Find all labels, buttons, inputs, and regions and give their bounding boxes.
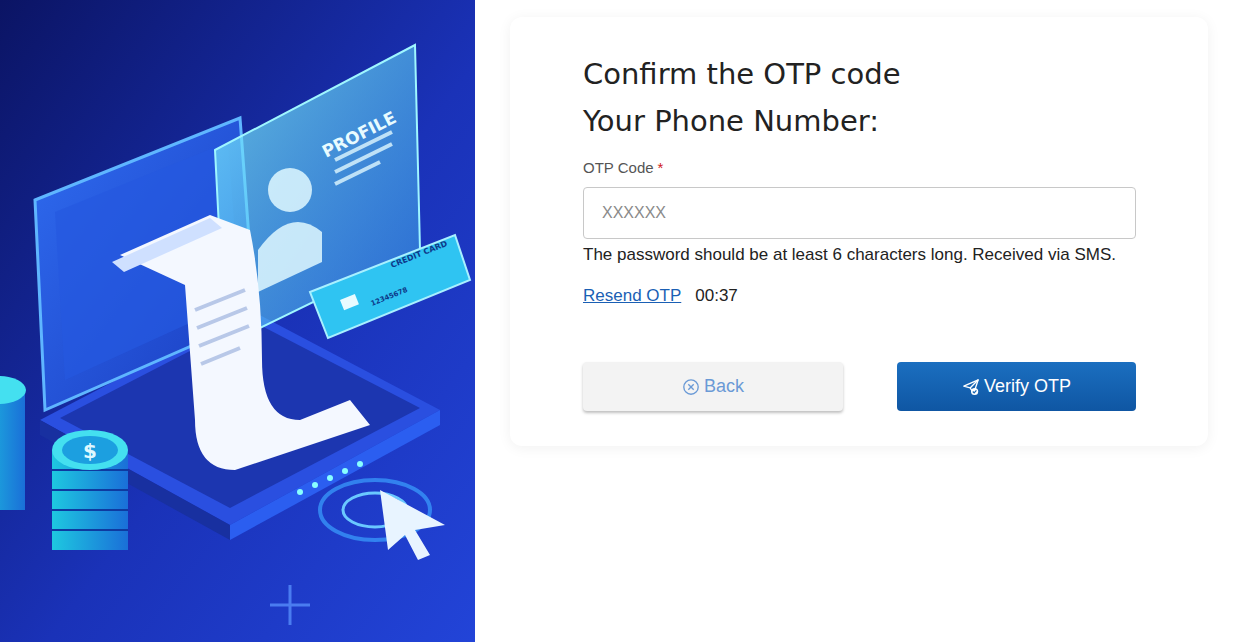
illustration-panel: PROFILE CREDIT CARD 12345678 $ [0, 0, 475, 642]
close-circle-icon [682, 378, 700, 396]
credit-card-icon: CREDIT CARD 12345678 [310, 235, 470, 338]
cursor-icon [320, 480, 445, 560]
resend-link[interactable]: Resend OTP [583, 286, 681, 306]
coin-symbol: $ [83, 439, 97, 463]
card-number: 12345678 [370, 286, 409, 308]
plus-icon [270, 585, 310, 625]
send-icon [962, 378, 980, 396]
verify-button[interactable]: Verify OTP [897, 362, 1136, 411]
main-area: Confirm the OTP codeYour Phone Number: OT… [475, 0, 1243, 642]
button-label: Verify OTP [984, 376, 1071, 397]
required-mark: * [658, 159, 664, 176]
otp-card: Confirm the OTP codeYour Phone Number: OT… [510, 17, 1208, 446]
receipt-icon [112, 215, 370, 470]
title: Confirm the OTP code [583, 51, 1136, 98]
dots-icon [297, 461, 363, 495]
coin-stack-icon: $ [0, 376, 128, 550]
resend-row: Resend OTP 00:37 [583, 286, 1136, 306]
subtitle: Your Phone Number: [583, 98, 1136, 145]
card-label: CREDIT CARD [389, 239, 449, 270]
otp-page: PROFILE CREDIT CARD 12345678 $ Confirm the O… [0, 0, 1243, 642]
profile-label: PROFILE [319, 107, 400, 161]
otp-input[interactable] [583, 187, 1136, 239]
button-row: Back Verify OTP [583, 362, 1136, 411]
otp-label: OTP Code* [583, 159, 1136, 176]
finance-illustration: PROFILE CREDIT CARD 12345678 $ [0, 0, 475, 642]
button-label: Back [704, 376, 744, 397]
hint-text: The password should be at least 6 charac… [583, 241, 1136, 268]
label-text: OTP Code [583, 159, 654, 176]
resend-timer: 00:37 [695, 286, 738, 306]
back-button[interactable]: Back [583, 362, 843, 411]
